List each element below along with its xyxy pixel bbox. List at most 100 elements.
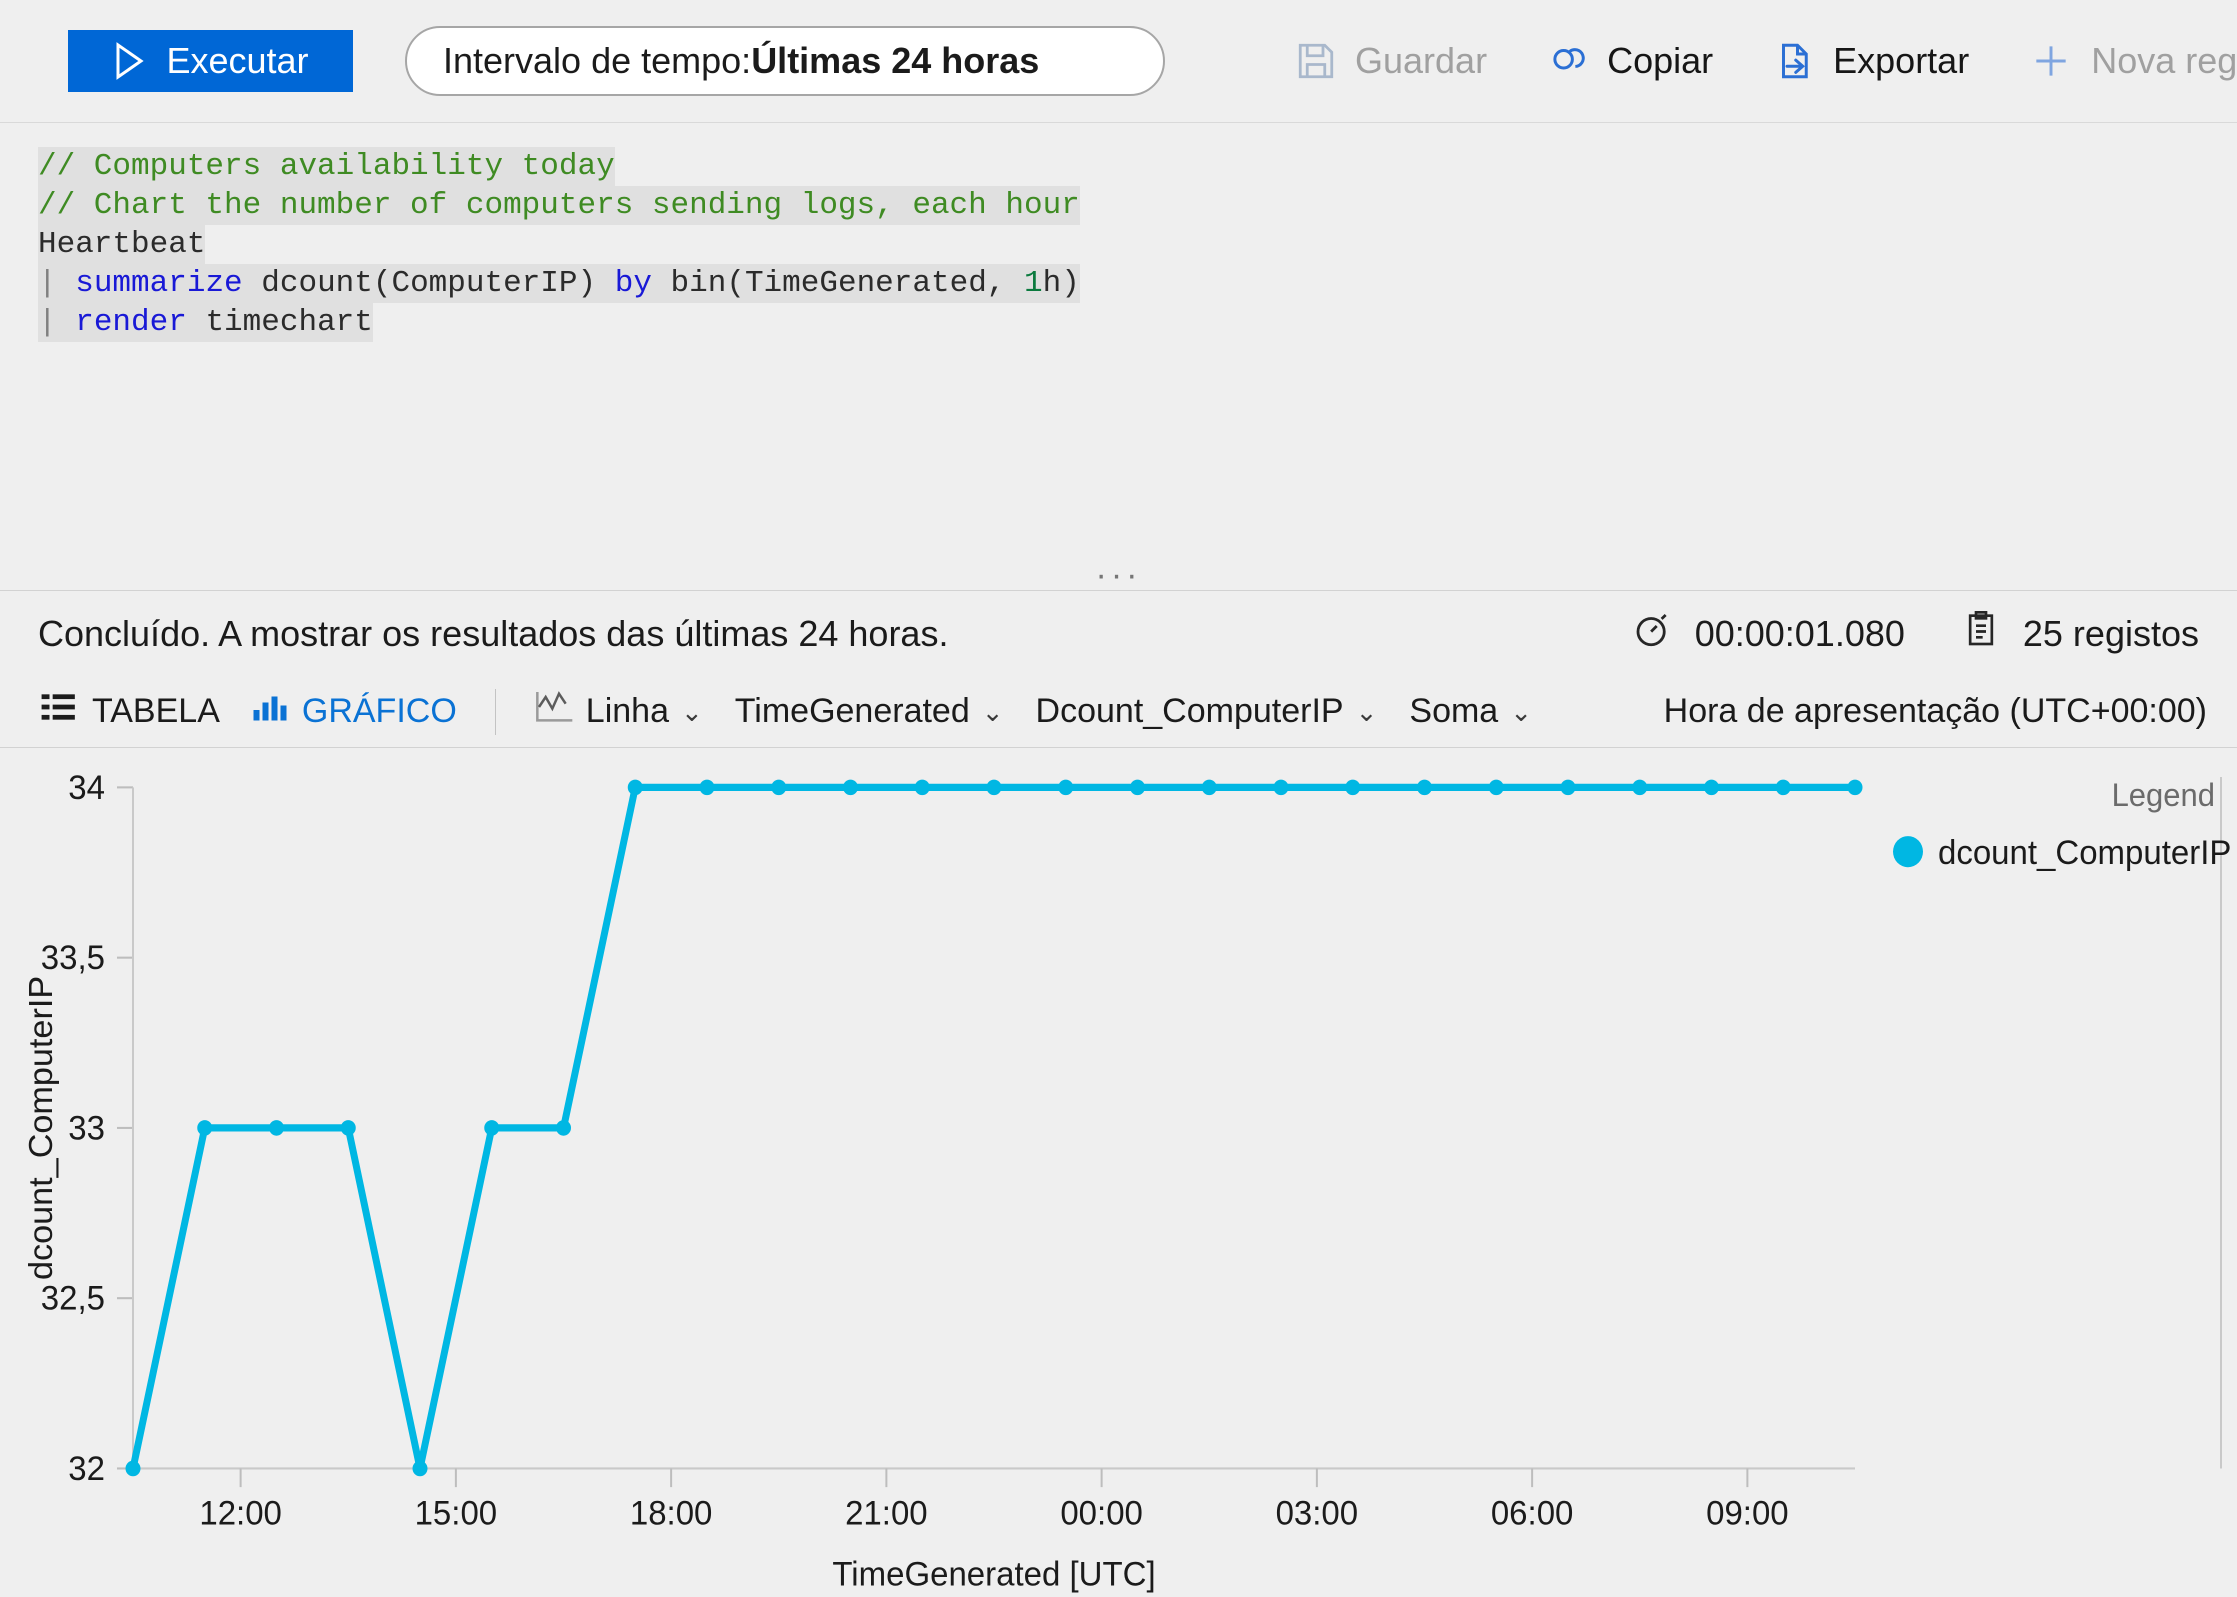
y-axis-label: Dcount_ComputerIP xyxy=(1035,692,1344,730)
play-triangle-icon xyxy=(112,42,146,80)
x-tick-label: 06:00 xyxy=(1491,1495,1574,1533)
aggregation-label: Soma xyxy=(1409,692,1499,730)
x-tick-label: 09:00 xyxy=(1706,1495,1789,1533)
run-query-label: Executar xyxy=(166,40,309,81)
stopwatch-icon xyxy=(1631,608,1673,659)
query-results-page: Executar Intervalo de tempo: Últimas 24 … xyxy=(0,0,2237,1597)
query-line-2-text: // Chart the number of computers sending… xyxy=(38,186,1080,225)
x-tick-label: 15:00 xyxy=(415,1495,498,1533)
timezone-label: Hora de apresentação (UTC+00:00) xyxy=(1663,692,2207,730)
tab-grafico-label: GRÁFICO xyxy=(301,692,457,730)
series-point[interactable] xyxy=(1560,779,1576,796)
series-point[interactable] xyxy=(340,1120,356,1136)
chart-type-dropdown[interactable]: Linha ⌄ xyxy=(518,690,719,733)
save-label: Guardar xyxy=(1355,40,1488,81)
export-button[interactable]: Exportar xyxy=(1743,40,1999,82)
run-query-button[interactable]: Executar xyxy=(68,30,353,92)
series-point[interactable] xyxy=(1201,779,1217,796)
query-editor[interactable]: // Computers availability today // Chart… xyxy=(0,123,2237,592)
x-tick-label: 18:00 xyxy=(630,1495,713,1533)
chevron-down-icon: ⌄ xyxy=(981,696,1004,727)
query-duration: 00:00:01.080 xyxy=(1631,608,1905,659)
series-point[interactable] xyxy=(627,779,643,796)
series-point[interactable] xyxy=(1847,779,1863,796)
series-point[interactable] xyxy=(1632,779,1648,796)
series-point[interactable] xyxy=(914,779,930,796)
tab-tabela[interactable]: TABELA xyxy=(24,691,236,732)
y-tick-label: 32,5 xyxy=(41,1280,105,1318)
series-point[interactable] xyxy=(412,1460,428,1477)
record-count-value: 25 registos xyxy=(2022,612,2199,654)
chart-panel: 32 32,5 33 33,5 34 12:00 15:00 18:00 21:00 00:00 0… xyxy=(0,748,2237,1597)
tabs-divider xyxy=(494,688,496,735)
y-tick-label: 34 xyxy=(68,769,105,807)
query-line-1: // Computers availability today xyxy=(38,147,2237,186)
save-button[interactable]: Guardar xyxy=(1265,40,1517,82)
export-file-icon xyxy=(1773,40,1815,82)
aggregation-dropdown[interactable]: Soma ⌄ xyxy=(1393,692,1548,731)
series-point[interactable] xyxy=(1488,779,1504,796)
time-range-value: Últimas 24 horas xyxy=(751,40,1040,81)
copy-label: Copiar xyxy=(1607,40,1714,81)
series-point[interactable] xyxy=(269,1120,284,1136)
series-point[interactable] xyxy=(1704,779,1719,796)
query-duration-value: 00:00:01.080 xyxy=(1694,612,1905,654)
new-rule-button[interactable]: Nova regra xyxy=(1999,39,2237,83)
x-tick-label: 21:00 xyxy=(845,1495,928,1533)
series-point[interactable] xyxy=(484,1120,500,1136)
series-point[interactable] xyxy=(771,779,787,796)
time-range-prefix: Intervalo de tempo: xyxy=(443,40,752,81)
query-line-3: Heartbeat xyxy=(38,225,2237,264)
series-point[interactable] xyxy=(1417,779,1432,796)
x-tick-label: 00:00 xyxy=(1060,1495,1143,1533)
new-rule-label: Nova regra xyxy=(2091,40,2237,81)
bar-chart-icon xyxy=(252,691,288,732)
legend-header: Legend xyxy=(2112,777,2215,814)
x-axis-dropdown[interactable]: TimeGenerated ⌄ xyxy=(719,692,1020,731)
legend-item-label[interactable]: dcount_ComputerIP xyxy=(1938,835,2231,873)
legend-swatch[interactable] xyxy=(1893,836,1923,868)
y-axis-dropdown[interactable]: Dcount_ComputerIP ⌄ xyxy=(1020,692,1394,731)
query-line-5-text: | render timechart xyxy=(38,303,373,342)
line-chart-icon xyxy=(534,690,574,733)
results-status-text: Concluído. A mostrar os resultados das ú… xyxy=(38,612,949,654)
query-line-4: | summarize dcount(ComputerIP) by bin(Ti… xyxy=(38,264,2237,303)
save-floppy-icon xyxy=(1295,40,1337,82)
plus-icon xyxy=(2029,39,2073,83)
query-line-5: | render timechart xyxy=(38,303,2237,342)
export-label: Exportar xyxy=(1833,40,1970,81)
copy-button[interactable]: Copiar xyxy=(1517,40,1743,82)
chevron-down-icon: ⌄ xyxy=(1355,696,1378,727)
series-point[interactable] xyxy=(1273,779,1289,796)
tab-grafico[interactable]: GRÁFICO xyxy=(236,691,473,732)
series-point[interactable] xyxy=(1345,779,1361,796)
series-point[interactable] xyxy=(1058,779,1074,796)
series-point[interactable] xyxy=(1775,779,1791,796)
results-tabs-row: TABELA GRÁFICO Linha ⌄ TimeGenerated ⌄ D… xyxy=(0,676,2237,748)
series-line[interactable] xyxy=(129,783,1859,1473)
x-tick-label: 12:00 xyxy=(199,1495,282,1533)
table-icon xyxy=(40,691,78,732)
series-point[interactable] xyxy=(125,1460,141,1477)
query-line-4-text: | summarize dcount(ComputerIP) by bin(Ti… xyxy=(38,264,1080,303)
series-point[interactable] xyxy=(699,779,715,796)
time-range-picker[interactable]: Intervalo de tempo: Últimas 24 horas xyxy=(405,26,1165,96)
y-tick-label: 32 xyxy=(68,1450,105,1488)
clipboard-icon xyxy=(1961,609,2001,658)
series-point[interactable] xyxy=(197,1120,213,1136)
y-axis-title: dcount_ComputerIP xyxy=(24,976,60,1280)
editor-resize-grip[interactable]: ··· xyxy=(0,558,2237,592)
series-point[interactable] xyxy=(556,1120,571,1136)
y-tick-label: 33,5 xyxy=(41,940,105,978)
series-point[interactable] xyxy=(986,779,1002,796)
timechart-svg[interactable]: 32 32,5 33 33,5 34 12:00 15:00 18:00 21:00 00:00 0… xyxy=(0,748,2237,1597)
series-point[interactable] xyxy=(1130,779,1145,796)
top-toolbar: Executar Intervalo de tempo: Últimas 24 … xyxy=(0,0,2237,123)
copy-link-icon xyxy=(1547,40,1589,82)
tab-tabela-label: TABELA xyxy=(92,692,220,730)
x-tick-label: 03:00 xyxy=(1276,1495,1359,1533)
chart-type-label: Linha xyxy=(585,692,669,730)
series-point[interactable] xyxy=(843,779,858,796)
query-line-2: // Chart the number of computers sending… xyxy=(38,186,2237,225)
query-line-3-text: Heartbeat xyxy=(38,225,206,264)
